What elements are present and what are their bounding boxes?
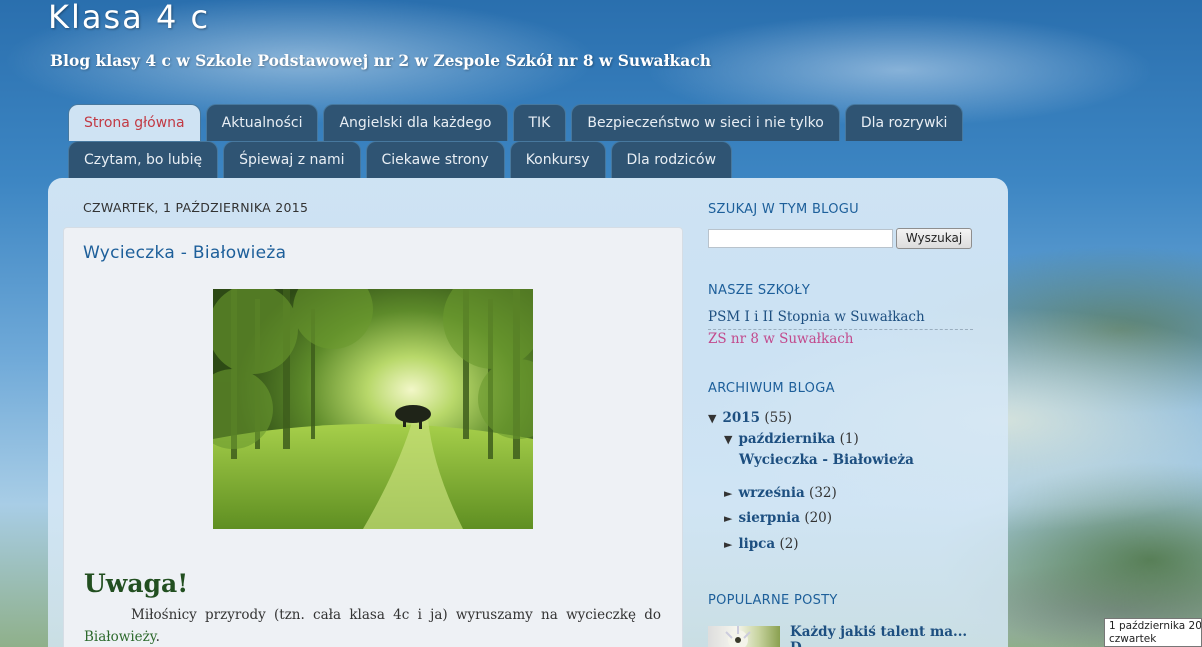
post-body-main: Miłośnicy przyrody (tzn. cała klasa 4c i… — [131, 607, 661, 623]
collapse-toggle-icon[interactable]: ▼ — [724, 433, 732, 446]
tab-fun[interactable]: Dla rozrywki — [844, 104, 964, 141]
tab-english[interactable]: Angielski dla każdego — [323, 104, 508, 141]
archive-month-july: ► lipca (2) — [724, 536, 799, 552]
tooltip-date: 1 października 2015 — [1109, 620, 1202, 632]
tab-row-1: Strona główna Aktualności Angielski dla … — [68, 104, 964, 141]
nav-tabs: Strona główna Aktualności Angielski dla … — [68, 104, 964, 178]
archive-month-count: (2) — [779, 536, 799, 552]
tab-tik[interactable]: TIK — [512, 104, 567, 141]
post-body-highlight: Białowieży — [84, 629, 156, 645]
forest-image — [213, 289, 533, 529]
archive-month-september: ► września (32) — [724, 485, 837, 501]
blog-title[interactable]: Klasa 4 c — [48, 0, 210, 36]
tab-home[interactable]: Strona główna — [68, 104, 201, 141]
tab-safety[interactable]: Bezpieczeństwo w sieci i nie tylko — [571, 104, 840, 141]
post-warning-heading: Uwaga! — [84, 569, 189, 598]
search-input[interactable] — [708, 229, 893, 248]
popular-posts-heading: POPULARNE POSTY — [708, 593, 838, 608]
archive-heading: ARCHIWUM BLOGA — [708, 381, 835, 396]
archive-month-count: (1) — [839, 431, 859, 447]
tab-news[interactable]: Aktualności — [205, 104, 319, 141]
tooltip-weekday: czwartek — [1109, 633, 1157, 645]
post-date-header: CZWARTEK, 1 PAŹDZIERNIKA 2015 — [83, 200, 309, 215]
tab-row-2: Czytam, bo lubię Śpiewaj z nami Ciekawe … — [68, 141, 948, 178]
tab-singing[interactable]: Śpiewaj z nami — [223, 141, 361, 178]
search-button[interactable]: Wyszukaj — [896, 228, 972, 249]
popular-post-thumbnail[interactable] — [708, 626, 780, 647]
archive-month-link[interactable]: października — [738, 431, 835, 447]
archive-month-link[interactable]: lipca — [738, 536, 775, 552]
post-body-text: Miłośnicy przyrody (tzn. cała klasa 4c i… — [84, 604, 661, 647]
archive-month-october: ▼ października (1) — [724, 431, 859, 447]
post-photo-forest-path[interactable] — [213, 289, 533, 529]
archive-month-link[interactable]: września — [738, 485, 804, 501]
blog-description: Blog klasy 4 c w Szkole Podstawowej nr 2… — [50, 51, 712, 70]
archive-month-link[interactable]: sierpnia — [738, 510, 800, 526]
tab-interesting-sites[interactable]: Ciekawe strony — [365, 141, 505, 178]
collapse-toggle-icon[interactable]: ▼ — [708, 412, 716, 425]
post-body-end: . — [155, 629, 160, 645]
archive-year-link[interactable]: 2015 — [722, 410, 760, 426]
archive-month-august: ► sierpnia (20) — [724, 510, 832, 526]
post-title[interactable]: Wycieczka - Białowieża — [83, 243, 286, 263]
search-heading: SZUKAJ W TYM BLOGU — [708, 202, 859, 217]
archive-month-count: (32) — [809, 485, 837, 501]
school-divider — [708, 329, 973, 330]
school-link-psm[interactable]: PSM I i II Stopnia w Suwałkach — [708, 309, 925, 325]
archive-year-2015: ▼ 2015 (55) — [708, 410, 792, 426]
schools-heading: NASZE SZKOŁY — [708, 283, 811, 298]
tab-reading[interactable]: Czytam, bo lubię — [68, 141, 219, 178]
expand-toggle-icon[interactable]: ► — [724, 538, 732, 551]
archive-post-link[interactable]: Wycieczka - Białowieża — [739, 452, 914, 468]
date-tooltip: 1 października 2015 czwartek — [1104, 618, 1202, 647]
tab-parents[interactable]: Dla rodziców — [610, 141, 733, 178]
tab-contests[interactable]: Konkursy — [509, 141, 606, 178]
popular-post-snippet: D — [790, 640, 802, 647]
archive-year-count: (55) — [764, 410, 793, 426]
popular-post-link[interactable]: Każdy jakiś talent ma... — [790, 624, 967, 640]
school-link-zs8[interactable]: ZS nr 8 w Suwałkach — [708, 331, 854, 347]
archive-month-count: (20) — [804, 510, 833, 526]
flower-thumbnail-image — [725, 626, 751, 647]
expand-toggle-icon[interactable]: ► — [724, 487, 732, 500]
expand-toggle-icon[interactable]: ► — [724, 512, 732, 525]
